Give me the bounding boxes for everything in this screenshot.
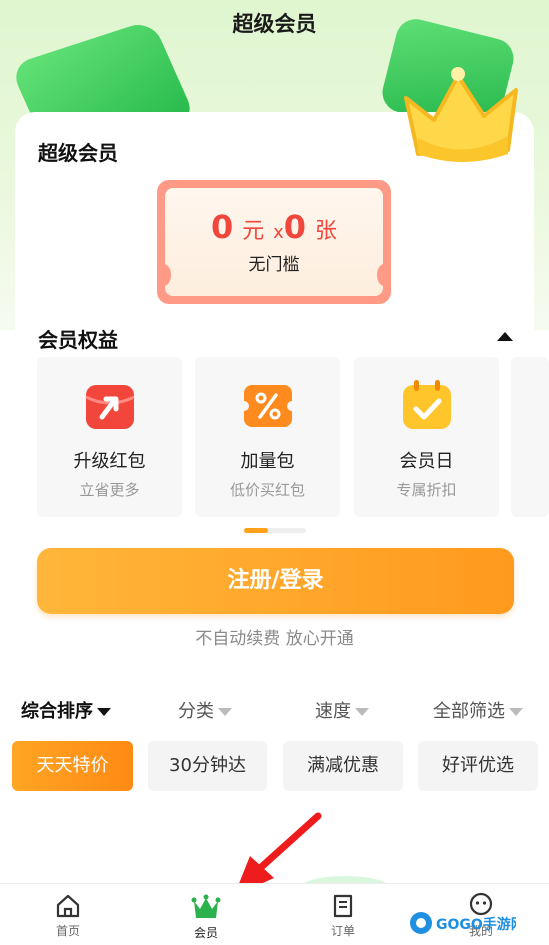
coupon-threshold: 无门槛 [248, 255, 300, 275]
tab-label: 订单 [330, 924, 355, 938]
page-title: 超级会员 [232, 12, 317, 36]
benefit-bonus-pack[interactable]: 加量包 低价买红包 [195, 357, 340, 517]
receipt-icon [333, 894, 353, 918]
dropdown-arrow-icon [355, 708, 369, 716]
tab-label: 会员 [193, 926, 218, 940]
crown-icon [191, 894, 221, 918]
sort-all-filters[interactable]: 全部筛选 [433, 697, 523, 723]
benefit-name: 升级红包 [73, 451, 146, 472]
sort-comprehensive[interactable]: 综合排序 [21, 697, 111, 723]
benefit-desc: 专属折扣 [396, 481, 457, 499]
chip-daily-deals[interactable]: 天天特价 [12, 741, 133, 791]
svg-text:GOGO手游网: GOGO手游网 [436, 916, 516, 933]
watermark-logo: GOGO手游网 [410, 912, 516, 934]
tab-home[interactable]: 首页 [28, 884, 108, 945]
sort-speed[interactable]: 速度 [315, 697, 369, 723]
benefit-name: 加量包 [240, 451, 295, 472]
dropdown-arrow-icon [97, 708, 111, 716]
chip-top-rated[interactable]: 好评优选 [418, 741, 538, 791]
collapse-icon[interactable] [497, 332, 513, 341]
dropdown-arrow-icon [218, 708, 232, 716]
calendar-check-icon [401, 379, 453, 431]
home-icon [56, 894, 80, 918]
benefits-pager [244, 528, 306, 533]
coupon-amount: 0 元 x0 张 [211, 208, 337, 246]
benefit-upgrade-redpacket[interactable]: 升级红包 立省更多 [37, 357, 182, 517]
discount-coupon-icon [238, 379, 297, 431]
tab-label: 首页 [55, 924, 80, 938]
benefit-desc: 立省更多 [79, 481, 140, 499]
chip-discounts[interactable]: 满减优惠 [283, 741, 403, 791]
tab-orders[interactable]: 订单 [303, 884, 383, 945]
benefit-peek [511, 357, 549, 517]
chip-30min-delivery[interactable]: 30分钟达 [148, 741, 267, 791]
sort-category[interactable]: 分类 [178, 697, 232, 723]
crown-3d-icon [404, 67, 518, 162]
benefit-name: 会员日 [399, 451, 454, 472]
pager-indicator [244, 528, 268, 533]
tab-member[interactable]: 会员 [166, 884, 246, 945]
card-title: 超级会员 [38, 141, 118, 165]
auto-renew-note: 不自动续费 放心开通 [195, 629, 354, 649]
register-login-button[interactable]: 注册/登录 [37, 548, 514, 614]
dropdown-arrow-icon [509, 708, 523, 716]
coupon-ticket: 0 元 x0 张 无门槛 [157, 180, 391, 304]
benefits-title: 会员权益 [38, 328, 118, 352]
benefit-desc: 低价买红包 [229, 481, 305, 499]
upgrade-redpacket-icon [84, 379, 136, 431]
benefit-member-day[interactable]: 会员日 专属折扣 [354, 357, 499, 517]
